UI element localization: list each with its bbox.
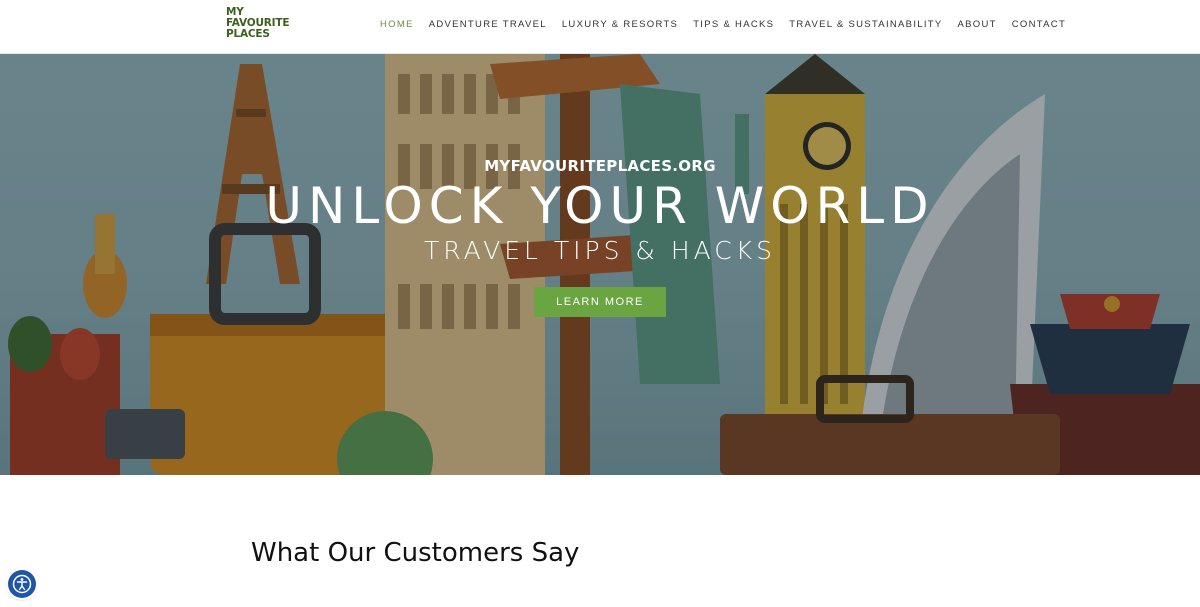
nav-adventure-travel[interactable]: ADVENTURE TRAVEL [429, 19, 547, 33]
hero-site-name: MYFAVOURITEPLACES.ORG [484, 157, 716, 175]
nav-tips-hacks[interactable]: TIPS & HACKS [693, 19, 774, 33]
nav-home[interactable]: HOME [380, 19, 414, 33]
main-nav: HOME ADVENTURE TRAVEL LUXURY & RESORTS T… [380, 19, 1081, 33]
nav-travel-sustainability[interactable]: TRAVEL & SUSTAINABILITY [789, 19, 942, 33]
learn-more-button[interactable]: LEARN MORE [534, 287, 666, 317]
nav-contact[interactable]: CONTACT [1012, 19, 1066, 33]
site-header: MY FAVOURITE PLACES HOME ADVENTURE TRAVE… [0, 0, 1200, 54]
nav-about[interactable]: ABOUT [958, 19, 997, 33]
hero-banner: MYFAVOURITEPLACES.ORG UNLOCK YOUR WORLD … [0, 54, 1200, 475]
accessibility-icon [12, 574, 32, 594]
testimonials-title: What Our Customers Say [251, 538, 580, 568]
hero-title: UNLOCK YOUR WORLD [265, 177, 935, 235]
hero-subtitle: TRAVEL TIPS & HACKS [423, 236, 777, 265]
nav-luxury-resorts[interactable]: LUXURY & RESORTS [562, 19, 678, 33]
site-logo[interactable]: MY FAVOURITE PLACES [226, 7, 290, 45]
logo-line-3: PLACES [226, 28, 270, 40]
accessibility-button[interactable] [8, 570, 36, 598]
